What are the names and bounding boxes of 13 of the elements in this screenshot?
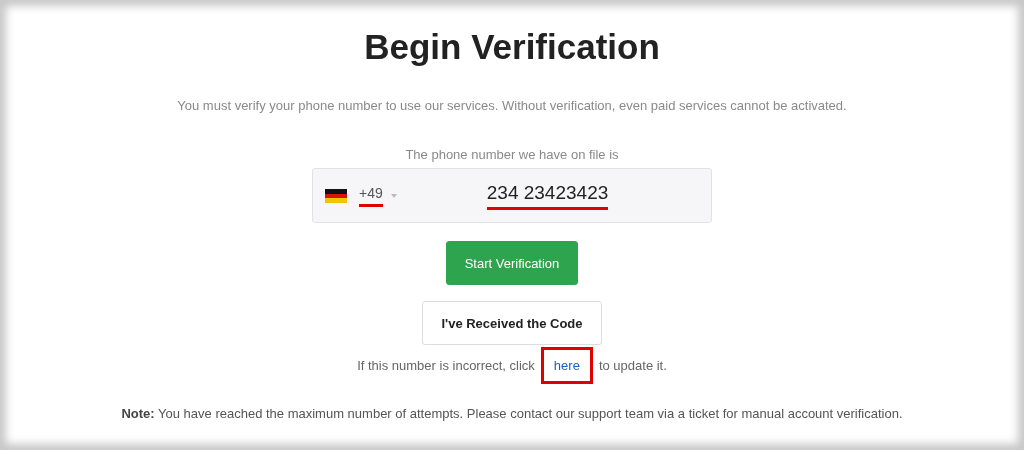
flag-icon: [325, 188, 347, 203]
update-text: If this number is incorrect, click: [357, 358, 535, 373]
phone-field[interactable]: +49 234 23423423: [312, 168, 712, 223]
update-text: to update it.: [598, 358, 667, 373]
note-text: Note: You have reached the maximum number of attempts. Please contact our support team via a ticket for manual account verification.: [121, 406, 903, 421]
country-code[interactable]: +49: [359, 184, 383, 207]
phone-label: The phone number we have on file is: [405, 147, 619, 162]
description: You must verify your phone number to use our services. Without verification, even paid services cannot be activated.: [177, 98, 847, 113]
phone-number: 234 23423423: [486, 181, 609, 210]
dropdown-caret-icon: [390, 193, 397, 198]
received-code-button[interactable]: I've Received the Code: [422, 301, 602, 345]
update-link[interactable]: here: [540, 347, 593, 384]
page-title: Begin Verification: [364, 26, 660, 68]
